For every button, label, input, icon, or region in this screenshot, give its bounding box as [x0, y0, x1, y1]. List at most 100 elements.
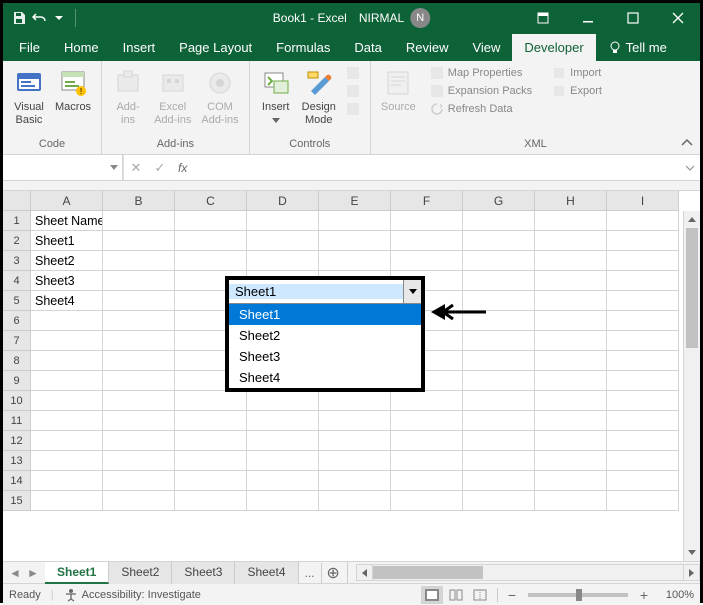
save-icon[interactable] — [11, 10, 27, 26]
cell[interactable] — [607, 251, 679, 271]
cell[interactable] — [31, 411, 103, 431]
cell[interactable] — [463, 391, 535, 411]
cell[interactable] — [391, 451, 463, 471]
zoom-in-button[interactable]: + — [636, 587, 652, 603]
tab-review[interactable]: Review — [394, 34, 461, 61]
cell[interactable] — [391, 491, 463, 511]
tab-page-layout[interactable]: Page Layout — [167, 34, 264, 61]
cell[interactable] — [247, 451, 319, 471]
cell[interactable] — [463, 431, 535, 451]
macros-button[interactable]: ! Macros — [51, 65, 95, 116]
cell[interactable] — [319, 231, 391, 251]
cell[interactable] — [391, 251, 463, 271]
cell[interactable] — [103, 451, 175, 471]
cell[interactable] — [31, 351, 103, 371]
horizontal-scroll-track[interactable] — [373, 564, 683, 581]
cell[interactable] — [103, 471, 175, 491]
cell[interactable] — [319, 411, 391, 431]
cell[interactable] — [103, 331, 175, 351]
cell[interactable] — [463, 211, 535, 231]
column-header[interactable]: I — [607, 191, 679, 211]
combobox-option[interactable]: Sheet3 — [229, 346, 421, 367]
cell[interactable] — [31, 471, 103, 491]
cell[interactable] — [31, 371, 103, 391]
undo-icon[interactable] — [31, 10, 47, 26]
cell[interactable] — [463, 471, 535, 491]
cell[interactable] — [535, 371, 607, 391]
scroll-up-button[interactable] — [684, 211, 700, 228]
cell[interactable] — [103, 291, 175, 311]
column-header[interactable]: B — [103, 191, 175, 211]
cell[interactable] — [391, 411, 463, 431]
cell[interactable] — [535, 411, 607, 431]
cell[interactable] — [247, 471, 319, 491]
refresh-data-button[interactable]: Refresh Data — [426, 101, 536, 117]
design-mode-button[interactable]: Design Mode — [298, 65, 340, 129]
cell[interactable] — [607, 411, 679, 431]
cell[interactable] — [103, 231, 175, 251]
cell[interactable] — [463, 351, 535, 371]
row-header[interactable]: 11 — [3, 411, 31, 431]
sheet-tab[interactable]: Sheet4 — [235, 562, 298, 584]
cell[interactable]: Sheet2 — [31, 251, 103, 271]
cell[interactable] — [607, 231, 679, 251]
page-layout-view-button[interactable] — [445, 586, 467, 604]
row-header[interactable]: 6 — [3, 311, 31, 331]
cell[interactable] — [535, 251, 607, 271]
name-box-dropdown-icon[interactable] — [110, 165, 118, 170]
column-header[interactable]: C — [175, 191, 247, 211]
cell[interactable] — [607, 311, 679, 331]
tab-home[interactable]: Home — [52, 34, 111, 61]
cell[interactable] — [535, 291, 607, 311]
vertical-scrollbar[interactable] — [683, 211, 700, 561]
sheet-more[interactable]: ... — [299, 566, 321, 580]
cell[interactable] — [463, 371, 535, 391]
cell[interactable] — [463, 451, 535, 471]
sheet-tab[interactable]: Sheet1 — [45, 562, 109, 584]
row-header[interactable]: 10 — [3, 391, 31, 411]
cell[interactable] — [607, 451, 679, 471]
cell[interactable] — [607, 351, 679, 371]
cell[interactable] — [535, 491, 607, 511]
cell[interactable] — [319, 391, 391, 411]
minimize-button[interactable] — [565, 3, 610, 33]
sheet-tab[interactable]: Sheet3 — [172, 562, 235, 584]
row-header[interactable]: 4 — [3, 271, 31, 291]
scroll-right-button[interactable] — [683, 564, 700, 581]
vertical-scroll-thumb[interactable] — [686, 228, 698, 348]
expansion-packs-button[interactable]: Expansion Packs — [426, 83, 536, 99]
cell[interactable] — [175, 391, 247, 411]
cell[interactable] — [175, 211, 247, 231]
import-button[interactable]: Import — [548, 65, 606, 81]
cell[interactable] — [391, 431, 463, 451]
cell[interactable] — [103, 311, 175, 331]
cell[interactable] — [31, 431, 103, 451]
cell[interactable] — [607, 371, 679, 391]
run-dialog-button[interactable] — [342, 101, 364, 117]
row-header[interactable]: 12 — [3, 431, 31, 451]
horizontal-scroll-thumb[interactable] — [373, 566, 483, 579]
column-header[interactable]: A — [31, 191, 103, 211]
view-code-button[interactable] — [342, 83, 364, 99]
user-account[interactable]: NIRMAL N — [359, 8, 430, 28]
insert-function-button[interactable]: fx — [172, 161, 193, 175]
cell[interactable] — [247, 411, 319, 431]
column-header[interactable]: G — [463, 191, 535, 211]
row-header[interactable]: 1 — [3, 211, 31, 231]
tab-formulas[interactable]: Formulas — [264, 34, 342, 61]
cell[interactable]: Sheet4 — [31, 291, 103, 311]
new-sheet-button[interactable]: ⊕ — [321, 563, 345, 583]
excel-addins-button[interactable]: Excel Add-ins — [150, 65, 195, 129]
cell[interactable] — [535, 271, 607, 291]
formula-input[interactable] — [193, 155, 680, 180]
visual-basic-button[interactable]: Visual Basic — [9, 65, 49, 129]
sheet-tab[interactable]: Sheet2 — [109, 562, 172, 584]
cell[interactable] — [463, 491, 535, 511]
cell[interactable] — [607, 331, 679, 351]
row-header[interactable]: 2 — [3, 231, 31, 251]
cell[interactable] — [31, 331, 103, 351]
name-box[interactable] — [3, 155, 123, 180]
cancel-formula-button[interactable]: ✕ — [124, 155, 148, 180]
cell[interactable] — [535, 211, 607, 231]
cell[interactable] — [247, 251, 319, 271]
